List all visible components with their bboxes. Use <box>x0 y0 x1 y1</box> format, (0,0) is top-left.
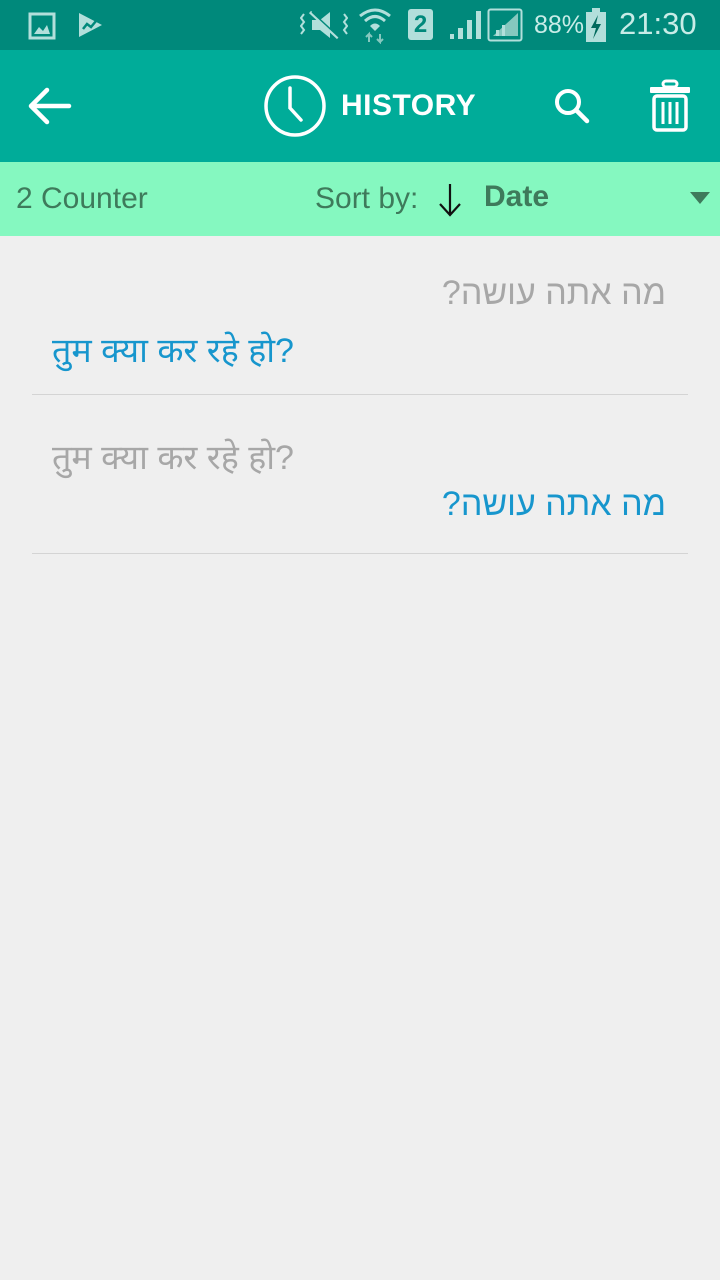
wifi-icon <box>359 8 391 44</box>
clock-time: 21:30 <box>619 6 697 41</box>
history-item[interactable]: तुम क्या कर रहे हो? מה אתה עושה? <box>32 395 688 554</box>
sort-select[interactable]: Date <box>484 180 549 214</box>
status-bar: 2 88% 21:30 <box>0 0 720 50</box>
page-title: HISTORY <box>263 74 476 138</box>
title-text: HISTORY <box>341 89 477 122</box>
back-arrow-icon <box>28 87 72 125</box>
translation-text: तुम क्या कर रहे हो? <box>52 332 294 370</box>
source-text: तुम क्या कर रहे हो? <box>52 439 294 477</box>
dropdown-arrow-icon[interactable] <box>690 192 710 204</box>
battery-charging-icon <box>586 8 606 42</box>
history-counter: 2 Counter <box>16 182 148 215</box>
sort-by-label: Sort by: <box>315 182 419 215</box>
clock-icon <box>264 75 326 137</box>
search-icon <box>555 89 590 124</box>
trash-icon <box>650 79 690 132</box>
sim-2-icon: 2 <box>408 9 433 40</box>
battery-percent: 88% <box>534 11 585 39</box>
app-bar: HISTORY <box>0 50 720 162</box>
signal-icon-2 <box>487 8 523 42</box>
sort-direction-arrow-icon[interactable] <box>436 180 464 220</box>
play-store-icon <box>79 13 102 37</box>
signal-icon <box>450 11 481 39</box>
vibrate-mute-icon <box>300 10 348 40</box>
search-button[interactable] <box>544 50 600 162</box>
translation-text: מה אתה עושה? <box>441 485 666 523</box>
history-list: מה אתה עושה? तुम क्या कर रहे हो? तुम क्य… <box>32 236 688 554</box>
source-text: מה אתה עושה? <box>441 274 666 312</box>
delete-all-button[interactable] <box>642 50 698 162</box>
gallery-icon <box>28 12 56 40</box>
history-item[interactable]: מה אתה עושה? तुम क्या कर रहे हो? <box>32 236 688 395</box>
sort-bar: 2 Counter Sort by: Date <box>0 162 720 236</box>
back-button[interactable] <box>18 50 82 162</box>
